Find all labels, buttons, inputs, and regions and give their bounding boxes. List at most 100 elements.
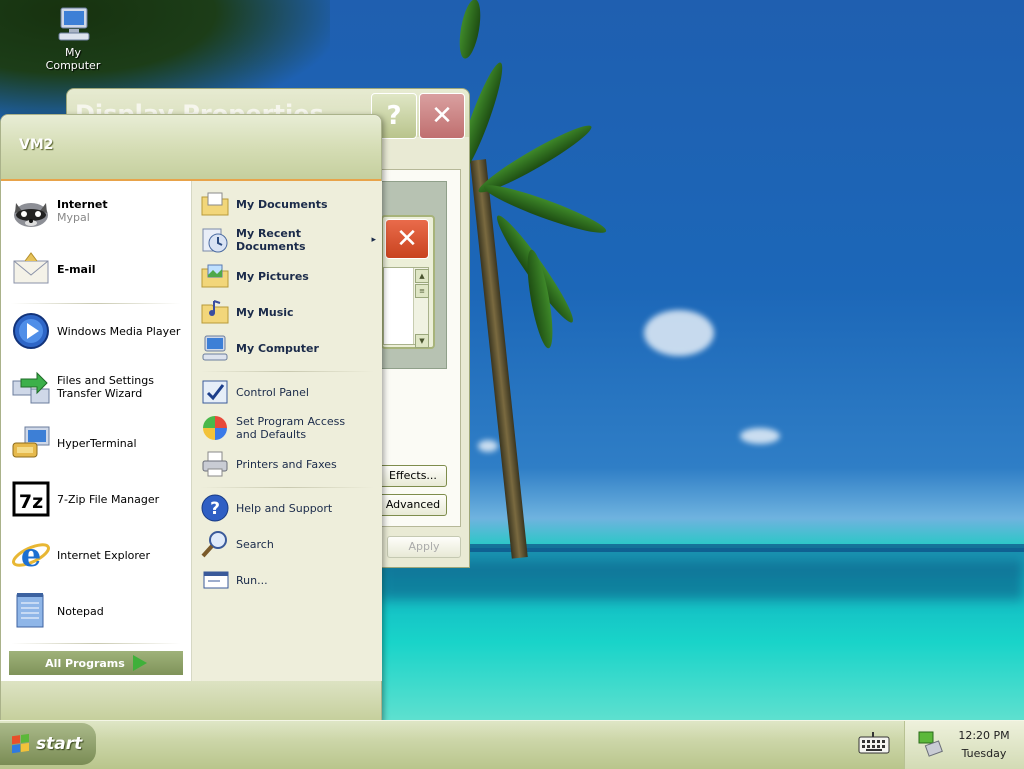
start-menu-header: VM2	[1, 115, 381, 181]
places-item-label: Printers and Faxes	[236, 457, 337, 471]
places-item-program-access[interactable]: Set Program Access and Defaults	[200, 413, 376, 443]
all-programs-button[interactable]: All Programs	[9, 651, 183, 675]
cloud-decoration	[740, 428, 780, 444]
svg-text:?: ?	[210, 499, 220, 519]
system-tray: 12:20 PM Tuesday	[904, 721, 1024, 769]
preview-list: ▲ ≡ ▼	[383, 267, 429, 348]
pinned-item-internet[interactable]: Internet Mypal	[11, 191, 187, 231]
run-icon	[200, 565, 230, 595]
email-envelope-icon	[11, 249, 51, 289]
places-item-label: Run...	[236, 573, 268, 587]
network-icon[interactable]	[917, 729, 945, 759]
internet-explorer-icon: e	[11, 535, 51, 575]
places-item-label: My Recent Documents	[236, 227, 306, 253]
recent-item-transfer-wizard[interactable]: Files and Settings Transfer Wizard	[11, 367, 187, 407]
transfer-wizard-icon	[11, 367, 51, 407]
start-menu-footer	[1, 681, 381, 721]
clock-day: Tuesday	[961, 747, 1007, 760]
places-item-control-panel[interactable]: Control Panel	[200, 377, 376, 407]
places-item-label: My Documents	[236, 197, 328, 211]
recent-item-windows-media-player[interactable]: Windows Media Player	[11, 311, 187, 351]
places-item-label: My Computer	[236, 341, 319, 355]
keyboard-icon[interactable]	[858, 732, 890, 756]
my-computer-icon	[200, 333, 230, 363]
clock-time: 12:20 PM	[958, 729, 1010, 742]
arrow-right-icon	[132, 655, 147, 671]
clock[interactable]: 12:20 PM Tuesday	[951, 727, 1017, 763]
recent-item-7zip[interactable]: 7z 7-Zip File Manager	[11, 479, 187, 519]
pinned-item-title: Internet	[57, 198, 108, 211]
scroll-thumb: ≡	[415, 284, 429, 298]
submenu-arrow-icon: ▸	[371, 235, 376, 245]
desktop-icon-label: My Computer	[45, 46, 101, 72]
folder-music-icon	[200, 297, 230, 327]
pinned-item-email[interactable]: E-mail	[11, 249, 187, 289]
recent-item-label: Files and Settings Transfer Wizard	[57, 374, 154, 400]
scroll-up-icon: ▲	[415, 269, 429, 283]
pinned-item-subtitle: Mypal	[57, 211, 90, 224]
separator	[11, 643, 181, 644]
separator	[11, 303, 181, 304]
places-item-help[interactable]: ? Help and Support	[200, 493, 376, 523]
places-item-run[interactable]: Run...	[200, 565, 376, 595]
places-item-my-music[interactable]: My Music	[200, 297, 376, 327]
help-icon: ?	[200, 493, 230, 523]
recent-item-label: Internet Explorer	[57, 548, 150, 562]
places-item-search[interactable]: Search	[200, 529, 376, 559]
7zip-icon: 7z	[11, 479, 51, 519]
start-button[interactable]: start	[0, 723, 96, 765]
hyperterminal-icon	[11, 423, 51, 463]
recent-item-label: HyperTerminal	[57, 436, 137, 450]
windows-flag-icon	[12, 733, 30, 755]
places-item-my-recent-documents[interactable]: My Recent Documents ▸	[200, 225, 376, 255]
separator	[200, 487, 374, 488]
cloud-decoration	[644, 310, 714, 356]
user-name: VM2	[19, 137, 54, 153]
recent-item-internet-explorer[interactable]: e Internet Explorer	[11, 535, 187, 575]
desktop-icon-my-computer[interactable]: My Computer	[36, 4, 110, 72]
my-computer-icon	[53, 4, 93, 44]
folder-pictures-icon	[200, 261, 230, 291]
recent-documents-icon	[200, 225, 230, 255]
places-item-label: My Pictures	[236, 269, 309, 283]
places-item-label: My Music	[236, 305, 294, 319]
places-item-label: Control Panel	[236, 385, 309, 399]
palm-frond-decoration	[455, 0, 485, 61]
folder-documents-icon	[200, 189, 230, 219]
places-item-printers[interactable]: Printers and Faxes	[200, 449, 376, 479]
recent-item-label: Notepad	[57, 604, 104, 618]
close-button[interactable]: ✕	[419, 93, 465, 139]
advanced-button[interactable]: Advanced	[379, 494, 447, 516]
preview-scrollbar: ▲ ≡ ▼	[413, 268, 429, 348]
program-access-icon	[200, 413, 230, 443]
places-item-label: Set Program Access and Defaults	[236, 415, 346, 441]
notepad-icon	[11, 591, 51, 631]
search-icon	[200, 529, 230, 559]
raccoon-browser-icon	[11, 191, 51, 231]
svg-text:e: e	[21, 536, 41, 574]
svg-text:7z: 7z	[19, 491, 43, 513]
pinned-item-title: E-mail	[57, 262, 96, 276]
recent-item-label: 7-Zip File Manager	[57, 492, 160, 506]
start-menu-left-column: Internet Mypal E-mail Windows Media Playe…	[1, 181, 191, 681]
control-panel-icon	[200, 377, 230, 407]
start-label: start	[36, 734, 83, 754]
recent-item-notepad[interactable]: Notepad	[11, 591, 187, 631]
media-player-icon	[11, 311, 51, 351]
start-menu-right-column: My Documents My Recent Documents ▸ My Pi…	[191, 181, 382, 681]
cloud-decoration	[478, 440, 498, 452]
recent-item-hyperterminal[interactable]: HyperTerminal	[11, 423, 187, 463]
sea-shade-decoration	[380, 560, 1024, 600]
apply-button[interactable]: Apply	[387, 536, 461, 558]
separator	[200, 371, 374, 372]
places-item-my-pictures[interactable]: My Pictures	[200, 261, 376, 291]
preview-close-icon: ✕	[385, 219, 429, 259]
all-programs-label: All Programs	[45, 656, 125, 670]
places-item-my-documents[interactable]: My Documents	[200, 189, 376, 219]
start-menu: VM2 Internet Mypal E-mail Windows Media P…	[0, 114, 382, 722]
recent-item-label: Windows Media Player	[57, 324, 181, 338]
printer-icon	[200, 449, 230, 479]
effects-button[interactable]: Effects...	[379, 465, 447, 487]
places-item-my-computer[interactable]: My Computer	[200, 333, 376, 363]
places-item-label: Help and Support	[236, 501, 333, 515]
